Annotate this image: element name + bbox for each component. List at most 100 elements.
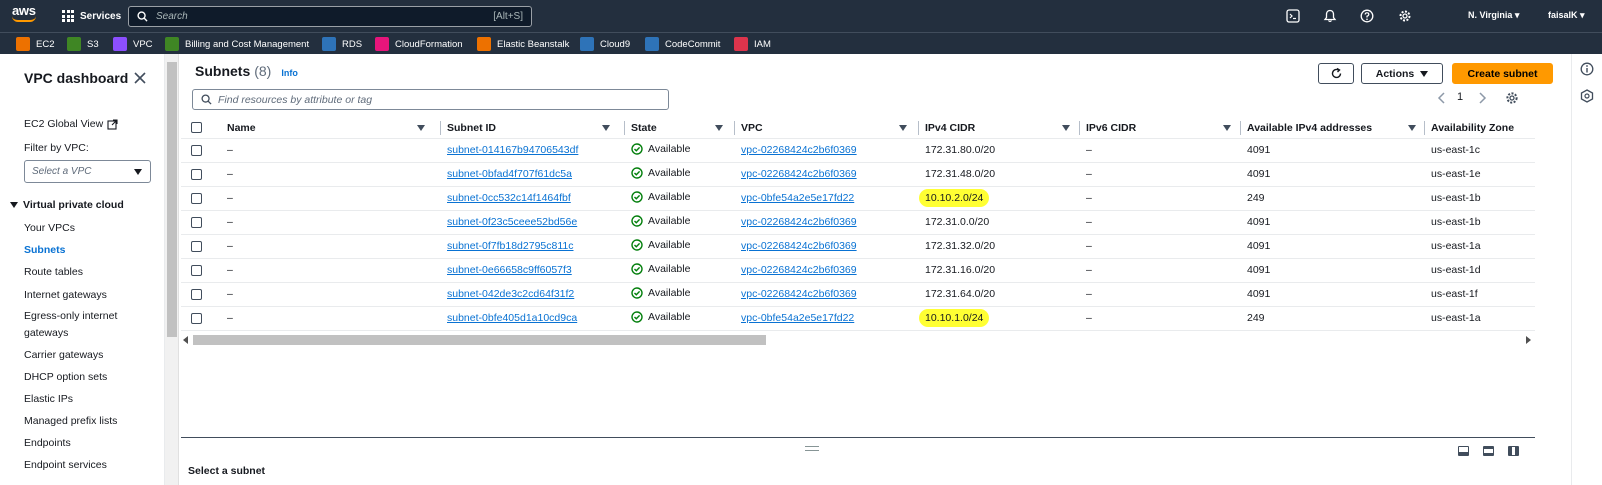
aws-logo[interactable]: aws: [12, 4, 42, 28]
favorite-ec2[interactable]: EC2: [16, 36, 54, 52]
sort-caret-icon[interactable]: [1408, 125, 1416, 131]
settings-gear-icon[interactable]: [1398, 9, 1412, 23]
select-all-checkbox[interactable]: [191, 122, 202, 134]
subnet-id-link[interactable]: subnet-0cc532c14f1464fbf: [447, 192, 571, 204]
notifications-bell-icon[interactable]: [1323, 9, 1337, 23]
previous-page-icon[interactable]: [1437, 92, 1447, 104]
row-checkbox[interactable]: [191, 240, 202, 252]
sidebar-item-egress-only-internet-gateways-cont[interactable]: gateways: [24, 327, 68, 339]
help-icon[interactable]: [1360, 9, 1374, 23]
sidebar-scrollbar[interactable]: [165, 54, 179, 485]
sort-caret-icon[interactable]: [602, 125, 610, 131]
sort-caret-icon[interactable]: [715, 125, 723, 131]
close-icon[interactable]: [133, 71, 147, 85]
favorite-cloud9[interactable]: Cloud9: [580, 36, 630, 52]
row-checkbox[interactable]: [191, 168, 202, 180]
favorite-s3[interactable]: S3: [67, 36, 99, 52]
subnet-id-link[interactable]: subnet-0f23c5ceee52bd56e: [447, 216, 577, 228]
table-row[interactable]: – subnet-0f7fb18d2795c811c Available vpc-02…: [181, 234, 1535, 259]
vpc-id-link[interactable]: vpc-02268424c2b6f0369: [741, 216, 857, 228]
sort-caret-icon[interactable]: [1062, 125, 1070, 131]
sort-caret-icon[interactable]: [899, 125, 907, 131]
row-checkbox[interactable]: [191, 216, 202, 228]
sidebar-item-managed-prefix-lists[interactable]: Managed prefix lists: [24, 415, 117, 427]
vpc-id-link[interactable]: vpc-02268424c2b6f0369: [741, 168, 857, 180]
cloudshell-icon[interactable]: [1286, 9, 1300, 23]
global-search-input[interactable]: Search [Alt+S]: [128, 6, 532, 27]
table-row[interactable]: – subnet-042de3c2cd64f31f2 Available vpc-02…: [181, 282, 1535, 307]
column-header-name[interactable]: Name: [221, 118, 441, 139]
sidebar-item-ec2-global-view[interactable]: EC2 Global View: [24, 118, 118, 130]
sidebar-item-carrier-gateways[interactable]: Carrier gateways: [24, 349, 103, 361]
row-checkbox[interactable]: [191, 312, 202, 324]
actions-button[interactable]: Actions: [1361, 63, 1443, 84]
row-checkbox[interactable]: [191, 192, 202, 204]
sidebar-item-internet-gateways[interactable]: Internet gateways: [24, 289, 107, 301]
vpc-id-link[interactable]: vpc-02268424c2b6f0369: [741, 264, 857, 276]
subnet-id-link[interactable]: subnet-0e66658c9ff6057f3: [447, 264, 572, 276]
sidebar-item-your-vpcs[interactable]: Your VPCs: [24, 222, 75, 234]
vpc-id-link[interactable]: vpc-02268424c2b6f0369: [741, 240, 857, 252]
sidebar-item-elastic-ips[interactable]: Elastic IPs: [24, 393, 73, 405]
panel-hide-icon[interactable]: [1508, 446, 1519, 456]
section-virtual-private-cloud[interactable]: Virtual private cloud: [10, 199, 124, 211]
sort-caret-icon[interactable]: [1223, 125, 1231, 131]
info-link[interactable]: Info: [281, 68, 298, 78]
sidebar-item-route-tables[interactable]: Route tables: [24, 266, 83, 278]
favorite-elastic-beanstalk[interactable]: Elastic Beanstalk: [477, 36, 569, 52]
favorite-iam[interactable]: IAM: [734, 36, 771, 52]
services-menu-button[interactable]: Services: [62, 9, 121, 23]
refresh-button[interactable]: [1318, 63, 1354, 84]
column-header-ipv6-cidr[interactable]: IPv6 CIDR: [1080, 118, 1241, 139]
scroll-left-icon[interactable]: [183, 336, 188, 344]
row-checkbox[interactable]: [191, 288, 202, 300]
column-header-availability-zone[interactable]: Availability Zone: [1425, 118, 1535, 139]
table-row[interactable]: – subnet-0cc532c14f1464fbf Available vpc-0b…: [181, 186, 1535, 211]
scrollbar-thumb[interactable]: [193, 335, 766, 345]
next-page-icon[interactable]: [1477, 92, 1487, 104]
account-menu[interactable]: faisalK ▾: [1548, 10, 1585, 21]
region-selector[interactable]: N. Virginia ▾: [1468, 10, 1519, 21]
subnet-id-link[interactable]: subnet-042de3c2cd64f31f2: [447, 288, 574, 300]
panel-center-icon[interactable]: [1483, 446, 1494, 456]
table-horizontal-scrollbar[interactable]: [181, 333, 1535, 347]
column-header-ipv4-cidr[interactable]: IPv4 CIDR: [919, 118, 1080, 139]
current-page[interactable]: 1: [1457, 91, 1463, 103]
sidebar-item-endpoint-services[interactable]: Endpoint services: [24, 459, 107, 471]
favorite-cloudformation[interactable]: CloudFormation: [375, 36, 463, 52]
column-header-subnet-id[interactable]: Subnet ID: [441, 118, 625, 139]
table-row[interactable]: – subnet-0bfad4f707f61dc5a Available vpc-02…: [181, 162, 1535, 187]
sidebar-item-egress-only-internet-gateways[interactable]: Egress-only internet: [24, 310, 117, 322]
panel-bottom-icon[interactable]: [1458, 446, 1469, 456]
subnet-id-link[interactable]: subnet-014167b94706543df: [447, 144, 578, 156]
column-header-vpc[interactable]: VPC: [735, 118, 919, 139]
resize-handle-icon[interactable]: [805, 446, 819, 451]
favorite-vpc[interactable]: VPC: [113, 36, 153, 52]
sidebar-item-subnets[interactable]: Subnets: [24, 244, 65, 256]
info-icon[interactable]: [1580, 62, 1594, 76]
sidebar-title[interactable]: VPC dashboard: [24, 70, 128, 86]
hexagon-icon[interactable]: [1580, 89, 1594, 103]
favorite-billing[interactable]: Billing and Cost Management: [165, 36, 309, 52]
resource-filter-input[interactable]: Find resources by attribute or tag: [192, 89, 669, 110]
table-row[interactable]: – subnet-014167b94706543df Available vpc-02…: [181, 138, 1535, 163]
vpc-id-link[interactable]: vpc-02268424c2b6f0369: [741, 288, 857, 300]
subnet-id-link[interactable]: subnet-0f7fb18d2795c811c: [447, 240, 574, 252]
sidebar-item-dhcp-option-sets[interactable]: DHCP option sets: [24, 371, 107, 383]
scroll-right-icon[interactable]: [1526, 336, 1531, 344]
vpc-filter-select[interactable]: Select a VPC: [24, 160, 151, 183]
table-row[interactable]: – subnet-0f23c5ceee52bd56e Available vpc-02…: [181, 210, 1535, 235]
sidebar-item-endpoints[interactable]: Endpoints: [24, 437, 71, 449]
preferences-gear-icon[interactable]: [1505, 91, 1519, 105]
vpc-id-link[interactable]: vpc-0bfe54a2e5e17fd22: [741, 312, 854, 324]
vpc-id-link[interactable]: vpc-0bfe54a2e5e17fd22: [741, 192, 854, 204]
column-header-available-ipv4[interactable]: Available IPv4 addresses: [1241, 118, 1425, 139]
favorite-codecommit[interactable]: CodeCommit: [645, 36, 720, 52]
favorite-rds[interactable]: RDS: [322, 36, 362, 52]
row-checkbox[interactable]: [191, 144, 202, 156]
column-header-state[interactable]: State: [625, 118, 735, 139]
subnet-id-link[interactable]: subnet-0bfe405d1a10cd9ca: [447, 312, 577, 324]
create-subnet-button[interactable]: Create subnet: [1452, 63, 1553, 84]
sort-caret-icon[interactable]: [417, 125, 425, 131]
row-checkbox[interactable]: [191, 264, 202, 276]
